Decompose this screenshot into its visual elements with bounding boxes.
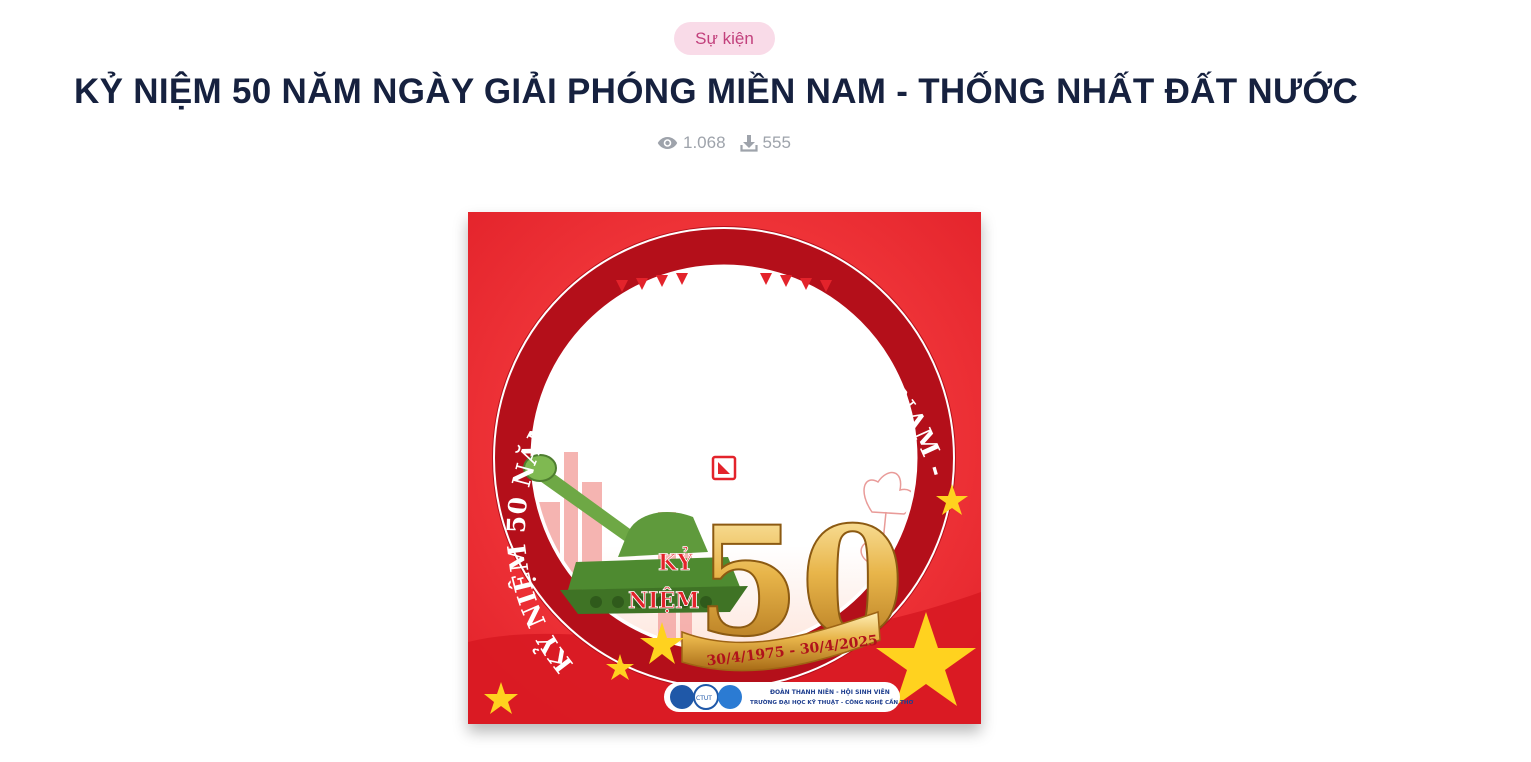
page: Sự kiện KỶ NIỆM 50 NĂM NGÀY GIẢI PHÓNG M… (0, 0, 1531, 762)
downloads-stat: 555 (739, 133, 791, 153)
views-count: 1.068 (683, 133, 726, 152)
page-title: KỶ NIỆM 50 NĂM NGÀY GIẢI PHÓNG MIỀN NAM … (74, 72, 1359, 111)
views-stat: 1.068 (657, 133, 726, 153)
avatar-frame-image[interactable]: 50 KỶ NIỆM 30/4/1975 - 30/4/2025 KỶ NIỆM… (468, 212, 981, 724)
frame-badge-line1: KỶ (658, 546, 693, 576)
category-tag[interactable]: Sự kiện (674, 22, 775, 55)
frame-artwork: 50 KỶ NIỆM 30/4/1975 - 30/4/2025 KỶ NIỆM… (468, 212, 981, 724)
image-placeholder-icon (711, 455, 737, 481)
eye-icon (657, 137, 678, 149)
frame-logo-text: CTUT (696, 695, 712, 702)
stats-bar: 1.068 555 (657, 132, 791, 154)
download-icon (739, 135, 758, 152)
downloads-count: 555 (762, 133, 791, 152)
frame-badge-line2: NIỆM (628, 587, 700, 614)
frame-org-line1: ĐOÀN THANH NIÊN - HỘI SINH VIÊN (770, 688, 890, 696)
